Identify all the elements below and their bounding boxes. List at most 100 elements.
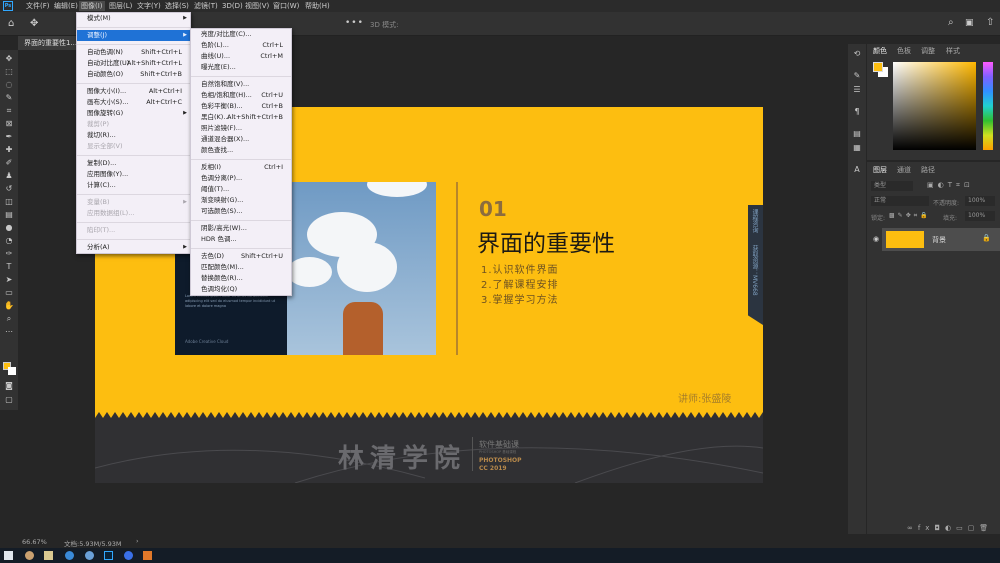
hue-slider[interactable] bbox=[983, 62, 993, 150]
menu-0[interactable]: 文件(F) bbox=[24, 1, 52, 11]
menu-item[interactable]: 渐变映射(G)... bbox=[191, 195, 291, 206]
healing-brush-icon[interactable]: ✚ bbox=[4, 146, 14, 154]
menu-item[interactable]: 色调均化(Q) bbox=[191, 284, 291, 295]
blur-icon[interactable]: ● bbox=[4, 224, 14, 232]
menu-3[interactable]: 图层(L) bbox=[107, 1, 134, 11]
menu-9[interactable]: 窗口(W) bbox=[271, 1, 301, 11]
menu-item[interactable]: 自然饱和度(V)... bbox=[191, 79, 291, 90]
menu-item[interactable]: 反相(I) Ctrl+I bbox=[191, 162, 291, 173]
menu-item[interactable]: 黑白(K)... Alt+Shift+Ctrl+B bbox=[191, 112, 291, 123]
menu-8[interactable]: 视图(V) bbox=[243, 1, 271, 11]
workspace-icon[interactable]: ▣ bbox=[965, 18, 974, 28]
menu-5[interactable]: 选择(S) bbox=[163, 1, 191, 11]
tab-adjustments[interactable]: 调整 bbox=[921, 46, 935, 56]
menu-item[interactable]: 可选颜色(S)... bbox=[191, 206, 291, 217]
search-icon[interactable]: ⌕ bbox=[948, 17, 954, 28]
menu-item[interactable]: 画布大小(S)... Alt+Ctrl+C bbox=[77, 97, 190, 108]
eyedropper-icon[interactable]: ✒ bbox=[4, 133, 14, 141]
fill-field[interactable]: 100% bbox=[965, 211, 995, 221]
rectangle-tool-icon[interactable]: ▭ bbox=[4, 289, 14, 297]
color-picker-field[interactable] bbox=[893, 62, 976, 150]
menu-item[interactable]: 匹配颜色(M)... bbox=[191, 262, 291, 273]
screen-mode-icon[interactable]: ▢ bbox=[4, 396, 14, 404]
move-tool-icon[interactable]: ✥ bbox=[30, 18, 38, 29]
filter-icons[interactable]: ▣◐T⌗⊡ bbox=[927, 181, 974, 190]
foreground-swatch[interactable] bbox=[873, 62, 883, 72]
character-icon[interactable]: A bbox=[852, 166, 862, 174]
home-icon[interactable]: ⌂ bbox=[8, 18, 14, 29]
adjustments-icon[interactable]: ☰ bbox=[852, 86, 862, 94]
tab-channels[interactable]: 通道 bbox=[897, 165, 911, 175]
lock-icons[interactable]: ▩✎✥⌗🔒 bbox=[889, 212, 931, 220]
menu-item[interactable]: 自动对比度(U) Alt+Shift+Ctrl+L bbox=[77, 58, 190, 69]
blend-mode-select[interactable]: 正常 bbox=[871, 196, 929, 206]
zoom-level[interactable]: 66.67% bbox=[22, 538, 47, 546]
menu-4[interactable]: 文字(Y) bbox=[135, 1, 163, 11]
status-menu-arrow-icon[interactable]: › bbox=[136, 537, 139, 545]
brush-settings-icon[interactable]: ✎ bbox=[852, 72, 862, 80]
menu-10[interactable]: 帮助(H) bbox=[303, 1, 332, 11]
layer-filter-select[interactable]: 类型 bbox=[871, 181, 913, 191]
background-color-swatch[interactable] bbox=[8, 367, 16, 375]
menu-item[interactable]: 色相/饱和度(H)... Ctrl+U bbox=[191, 90, 291, 101]
more-options-icon[interactable]: ••• bbox=[345, 18, 364, 28]
notes-icon[interactable]: ▦ bbox=[852, 144, 862, 152]
app-icon[interactable] bbox=[124, 551, 133, 560]
menu-item[interactable]: 图像大小(I)... Alt+Ctrl+I bbox=[77, 86, 190, 97]
move-tool-icon[interactable]: ✥ bbox=[4, 55, 14, 63]
menu-item[interactable]: 应用图像(Y)... bbox=[77, 169, 190, 180]
menu-7[interactable]: 3D(D) bbox=[220, 1, 245, 11]
properties-icon[interactable]: ▤ bbox=[852, 130, 862, 138]
marquee-tool-icon[interactable]: ⬚ bbox=[4, 68, 14, 76]
eraser-icon[interactable]: ◫ bbox=[4, 198, 14, 206]
app-icon[interactable] bbox=[85, 551, 94, 560]
menu-item[interactable]: 色阶(L)... Ctrl+L bbox=[191, 40, 291, 51]
menu-item[interactable]: 亮度/对比度(C)... bbox=[191, 29, 291, 40]
history-brush-icon[interactable]: ↺ bbox=[4, 185, 14, 193]
stamp-tool-icon[interactable]: ♟ bbox=[4, 172, 14, 180]
menu-item[interactable]: 照片滤镜(F)... bbox=[191, 123, 291, 134]
quick-mask-icon[interactable]: ◙ bbox=[4, 382, 14, 390]
windows-start-icon[interactable] bbox=[4, 551, 13, 560]
menu-item[interactable]: 计算(C)... bbox=[77, 180, 190, 191]
frame-tool-icon[interactable]: ⊠ bbox=[4, 120, 14, 128]
app-icon[interactable] bbox=[25, 551, 34, 560]
menu-item[interactable]: 通道混合器(X)... bbox=[191, 134, 291, 145]
opacity-field[interactable]: 100% bbox=[965, 196, 995, 206]
menu-item[interactable]: 颜色查找... bbox=[191, 145, 291, 156]
lasso-tool-icon[interactable]: ◌ bbox=[4, 81, 14, 89]
tab-styles[interactable]: 样式 bbox=[946, 46, 960, 56]
tab-color[interactable]: 颜色 bbox=[873, 46, 887, 56]
gradient-icon[interactable]: ▤ bbox=[4, 211, 14, 219]
layer-row[interactable]: 背景 🔒 bbox=[882, 228, 1000, 251]
zoom-tool-icon[interactable]: ⌕ bbox=[4, 315, 14, 323]
tab-paths[interactable]: 路径 bbox=[921, 165, 935, 175]
app-icon[interactable] bbox=[143, 551, 152, 560]
menu-item[interactable]: 调整(J) ▶ bbox=[77, 30, 190, 41]
dodge-icon[interactable]: ◔ bbox=[4, 237, 14, 245]
type-tool-icon[interactable]: T bbox=[4, 263, 14, 271]
menu-item[interactable]: 复制(D)... bbox=[77, 158, 190, 169]
crop-tool-icon[interactable]: ⌗ bbox=[4, 107, 14, 115]
menu-item[interactable]: 分析(A) ▶ bbox=[77, 242, 190, 253]
menu-1[interactable]: 编辑(E) bbox=[52, 1, 80, 11]
share-icon[interactable]: ⇧ bbox=[986, 17, 994, 28]
visibility-eye-icon[interactable]: ◉ bbox=[873, 235, 879, 243]
paragraph-icon[interactable]: ¶ bbox=[852, 108, 862, 116]
menu-item[interactable]: 自动颜色(O) Shift+Ctrl+B bbox=[77, 69, 190, 80]
menu-item[interactable]: 色彩平衡(B)... Ctrl+B bbox=[191, 101, 291, 112]
file-explorer-icon[interactable] bbox=[44, 551, 53, 560]
brush-tool-icon[interactable]: ✐ bbox=[4, 159, 14, 167]
menu-item[interactable]: 模式(M) ▶ bbox=[77, 13, 190, 24]
menu-item[interactable]: HDR 色调... bbox=[191, 234, 291, 245]
photoshop-taskbar-icon[interactable] bbox=[104, 551, 113, 560]
menu-item[interactable]: 阈值(T)... bbox=[191, 184, 291, 195]
menu-item[interactable]: 去色(D) Shift+Ctrl+U bbox=[191, 251, 291, 262]
more-tools-icon[interactable]: ⋯ bbox=[4, 328, 14, 336]
menu-2[interactable]: 图像(I) bbox=[79, 1, 105, 11]
pen-tool-icon[interactable]: ✑ bbox=[4, 250, 14, 258]
tab-layers[interactable]: 图层 bbox=[873, 165, 887, 175]
menu-item[interactable]: 图像旋转(G) ▶ bbox=[77, 108, 190, 119]
menu-item[interactable]: 裁切(R)... bbox=[77, 130, 190, 141]
menu-6[interactable]: 滤镜(T) bbox=[192, 1, 220, 11]
